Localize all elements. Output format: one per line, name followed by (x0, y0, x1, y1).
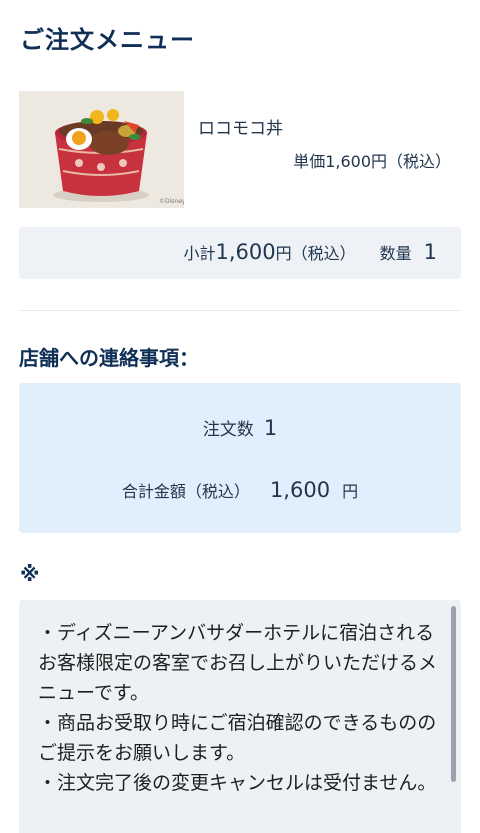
subtotal-bar: 小計1,600円（税込） 数量 1 (19, 227, 461, 279)
item-image: ©Disney (19, 91, 184, 208)
page-title: ご注文メニュー (20, 26, 195, 54)
note-line: ・注文完了後の変更キャンセルは受付ません。 (38, 772, 437, 794)
item-unit-price: 単価1,600円（税込） (293, 152, 451, 171)
note-line: ・ディズニーアンバサダーホテルに宿泊されるお客様限定の客室でお召し上がりいただけ… (38, 622, 438, 704)
note-line: ・商品お受取り時にご宿泊確認のできるもののご提示をお願いします。 (38, 712, 437, 764)
notes-scrollbar[interactable] (451, 606, 456, 782)
order-count-row: 注文数 1 (19, 415, 461, 440)
notes-scroll-area[interactable]: ・ディズニーアンバサダーホテルに宿泊されるお客様限定の客室でお召し上がりいただけ… (19, 600, 461, 833)
order-total-row: 合計金額（税込） 1,600 円 (19, 478, 461, 502)
notes-text: ・ディズニーアンバサダーホテルに宿泊されるお客様限定の客室でお召し上がりいただけ… (38, 618, 440, 798)
quantity-label: 数量 (379, 244, 412, 263)
subtotal-suffix: 円（税込） (275, 244, 356, 263)
section-divider (19, 310, 461, 311)
quantity-value: 1 (423, 240, 437, 264)
subtotal-row: 小計1,600円（税込） 数量 1 (183, 240, 437, 264)
order-count-label: 注文数 (202, 420, 254, 440)
menu-item-card: ©Disney ロコモコ丼 単価1,600円（税込） (19, 91, 461, 208)
order-summary-box: 注文数 1 合計金額（税込） 1,600 円 (19, 383, 461, 533)
order-total-label: 合計金額（税込） (121, 482, 250, 501)
order-count-value: 1 (263, 416, 278, 440)
item-name: ロコモコ丼 (198, 119, 283, 139)
svg-text:©Disney: ©Disney (159, 198, 184, 205)
note-mark: ※ (20, 562, 40, 586)
order-total-unit: 円 (342, 482, 359, 501)
order-total-amount: 1,600 (269, 478, 331, 502)
subtotal-prefix: 小計 (183, 244, 216, 263)
subtotal-amount: 1,600 (215, 240, 276, 264)
store-contact-title: 店舗への連絡事項： (19, 346, 199, 370)
